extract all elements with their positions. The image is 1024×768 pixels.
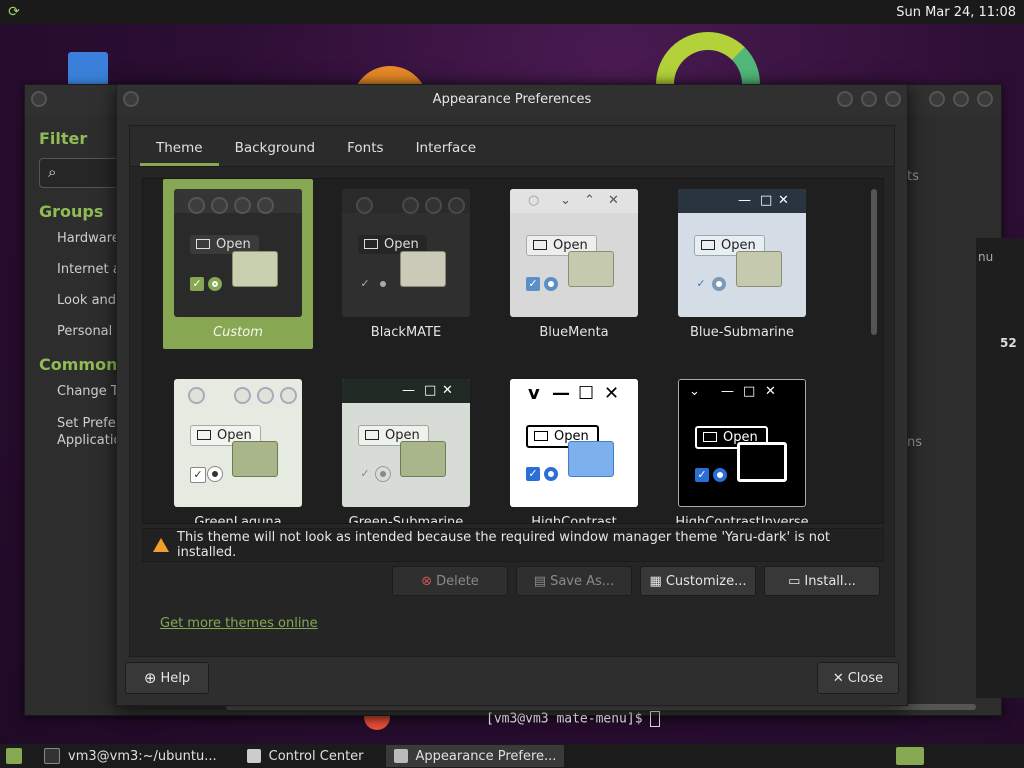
theme-name: BlackMATE [370, 325, 442, 340]
theme-name: HighContrastInverse [675, 515, 809, 524]
tab-background[interactable]: Background [219, 140, 332, 166]
theme-item-blackmate[interactable]: Open ✓ BlackMATE [331, 179, 481, 349]
maximize-icon[interactable] [861, 91, 877, 107]
search-icon: ⌕ [48, 163, 57, 181]
theme-warning-bar: This theme will not look as intended bec… [142, 528, 884, 562]
terminal-icon [44, 748, 60, 764]
control-center-icon [246, 749, 261, 763]
theme-item-highcontrast[interactable]: v — ☐ ✕ Open ✓ HighContrast [499, 369, 649, 524]
warning-icon [153, 538, 169, 552]
dialog-title: Appearance Preferences [432, 92, 592, 107]
minimize-icon[interactable] [837, 91, 853, 107]
theme-item-green-submarine[interactable]: — □ ✕ Open ✓ Green-Submarine [331, 369, 481, 524]
install-button[interactable]: ▭ Install... [764, 566, 880, 596]
theme-preview: Open ✓ [174, 379, 302, 507]
taskbar-item-control-center[interactable]: Control Center [239, 745, 372, 767]
folder-icon: ▭ [788, 573, 801, 589]
help-button[interactable]: ⊕ Help [125, 662, 209, 694]
save-as-label: Save As... [550, 573, 615, 589]
save-icon: ▤ [533, 573, 547, 589]
tab-bar: Theme Background Fonts Interface [130, 126, 894, 167]
minimize-icon[interactable] [929, 91, 945, 107]
help-icon: ⊕ [143, 669, 157, 687]
theme-item-bluementa[interactable]: ○ ⌄ ⌃ ✕ Open ✓ BlueMenta [499, 179, 649, 349]
theme-name: Green-Submarine [348, 515, 464, 524]
warning-text: This theme will not look as intended bec… [177, 530, 831, 560]
theme-item-highcontrastinverse[interactable]: ⌄ — □ ✕ Open ✓ HighContrastInverse [667, 369, 817, 524]
text-fragment: ts [907, 169, 919, 184]
desktop-icon[interactable] [68, 52, 108, 86]
close-icon[interactable] [885, 91, 901, 107]
close-button[interactable]: ✕ Close [817, 662, 899, 694]
theme-name: Blue-Submarine [689, 325, 795, 340]
theme-item-blue-submarine[interactable]: — □ ✕ Open ✓ Blue-Submarine [667, 179, 817, 349]
theme-preview: — □ ✕ Open ✓ [342, 379, 470, 507]
customize-button[interactable]: ▦ Customize... [640, 566, 756, 596]
install-label: Install... [804, 573, 856, 589]
delete-label: Delete [436, 573, 479, 589]
show-desktop-icon[interactable] [6, 748, 22, 764]
taskbar-item-terminal[interactable]: vm3@vm3:~/ubuntu... [36, 745, 225, 767]
close-label: Close [847, 670, 884, 686]
theme-preview: — □ ✕ Open ✓ [678, 189, 806, 317]
terminal-tab-fragment: nu [978, 250, 994, 264]
theme-list[interactable]: Open ✓ Custom Open ✓ BlackMATE ○ ⌄ ⌃ ✕ O… [142, 178, 884, 524]
save-as-button[interactable]: ▤ Save As... [516, 566, 632, 596]
theme-list-scrollbar[interactable] [871, 189, 877, 335]
close-icon[interactable] [977, 91, 993, 107]
theme-name: Custom [213, 325, 263, 340]
appearance-icon [393, 749, 408, 763]
dialog-titlebar[interactable]: Appearance Preferences [117, 85, 907, 115]
theme-actions: ⊗ Delete ▤ Save As... ▦ Customize... ▭ Insta… [392, 566, 880, 596]
top-panel: ⟳ Sun Mar 24, 11:08 [0, 0, 1024, 24]
theme-item-custom[interactable]: Open ✓ Custom [163, 179, 313, 349]
text-fragment: ns [907, 435, 923, 450]
help-label: Help [160, 670, 191, 686]
customize-label: Customize... [665, 573, 747, 589]
taskbar-label: Appearance Prefere... [415, 748, 557, 764]
customize-icon: ▦ [649, 573, 662, 589]
tab-theme[interactable]: Theme [140, 140, 219, 166]
theme-name: GreenLaguna [194, 515, 282, 524]
delete-button[interactable]: ⊗ Delete [392, 566, 508, 596]
theme-item-greenlaguna[interactable]: Open ✓ GreenLaguna [163, 369, 313, 524]
theme-preview: Open ✓ [342, 189, 470, 317]
maximize-icon[interactable] [953, 91, 969, 107]
terminal-prompt-text: [vm3@vm3 mate-menu]$ [486, 711, 651, 727]
text-fragment: 52 [1000, 336, 1017, 350]
theme-preview: ⌄ — □ ✕ Open ✓ [678, 379, 806, 507]
theme-preview: Open ✓ [174, 189, 302, 317]
close-icon: ✕ [832, 670, 844, 686]
bottom-panel: vm3@vm3:~/ubuntu... Control Center Appea… [0, 744, 1024, 768]
taskbar-label: Control Center [268, 748, 364, 764]
appearance-preferences-dialog: Appearance Preferences Theme Background … [116, 84, 908, 706]
terminal-cursor [650, 711, 661, 727]
taskbar-label: vm3@vm3:~/ubuntu... [68, 748, 217, 764]
window-menu-icon[interactable] [31, 91, 47, 107]
tab-interface[interactable]: Interface [400, 140, 492, 166]
get-more-themes-link[interactable]: Get more themes online [160, 616, 318, 631]
theme-name: HighContrast [531, 515, 617, 524]
preferences-notebook: Theme Background Fonts Interface Open ✓ … [129, 125, 895, 657]
terminal-prompt: [vm3@vm3 mate-menu]$ [486, 711, 661, 727]
tab-fonts[interactable]: Fonts [331, 140, 399, 166]
clock[interactable]: Sun Mar 24, 11:08 [896, 5, 1016, 20]
delete-icon: ⊗ [421, 573, 433, 589]
theme-preview: ○ ⌄ ⌃ ✕ Open ✓ [510, 189, 638, 317]
terminal-window-fragment: nu 52 [976, 238, 1024, 698]
mate-logo-icon[interactable]: ⟳ [6, 4, 22, 20]
theme-preview: v — ☐ ✕ Open ✓ [510, 379, 638, 507]
theme-name: BlueMenta [539, 325, 609, 340]
workspace-switcher[interactable] [896, 747, 924, 765]
taskbar-item-appearance[interactable]: Appearance Prefere... [385, 745, 565, 767]
